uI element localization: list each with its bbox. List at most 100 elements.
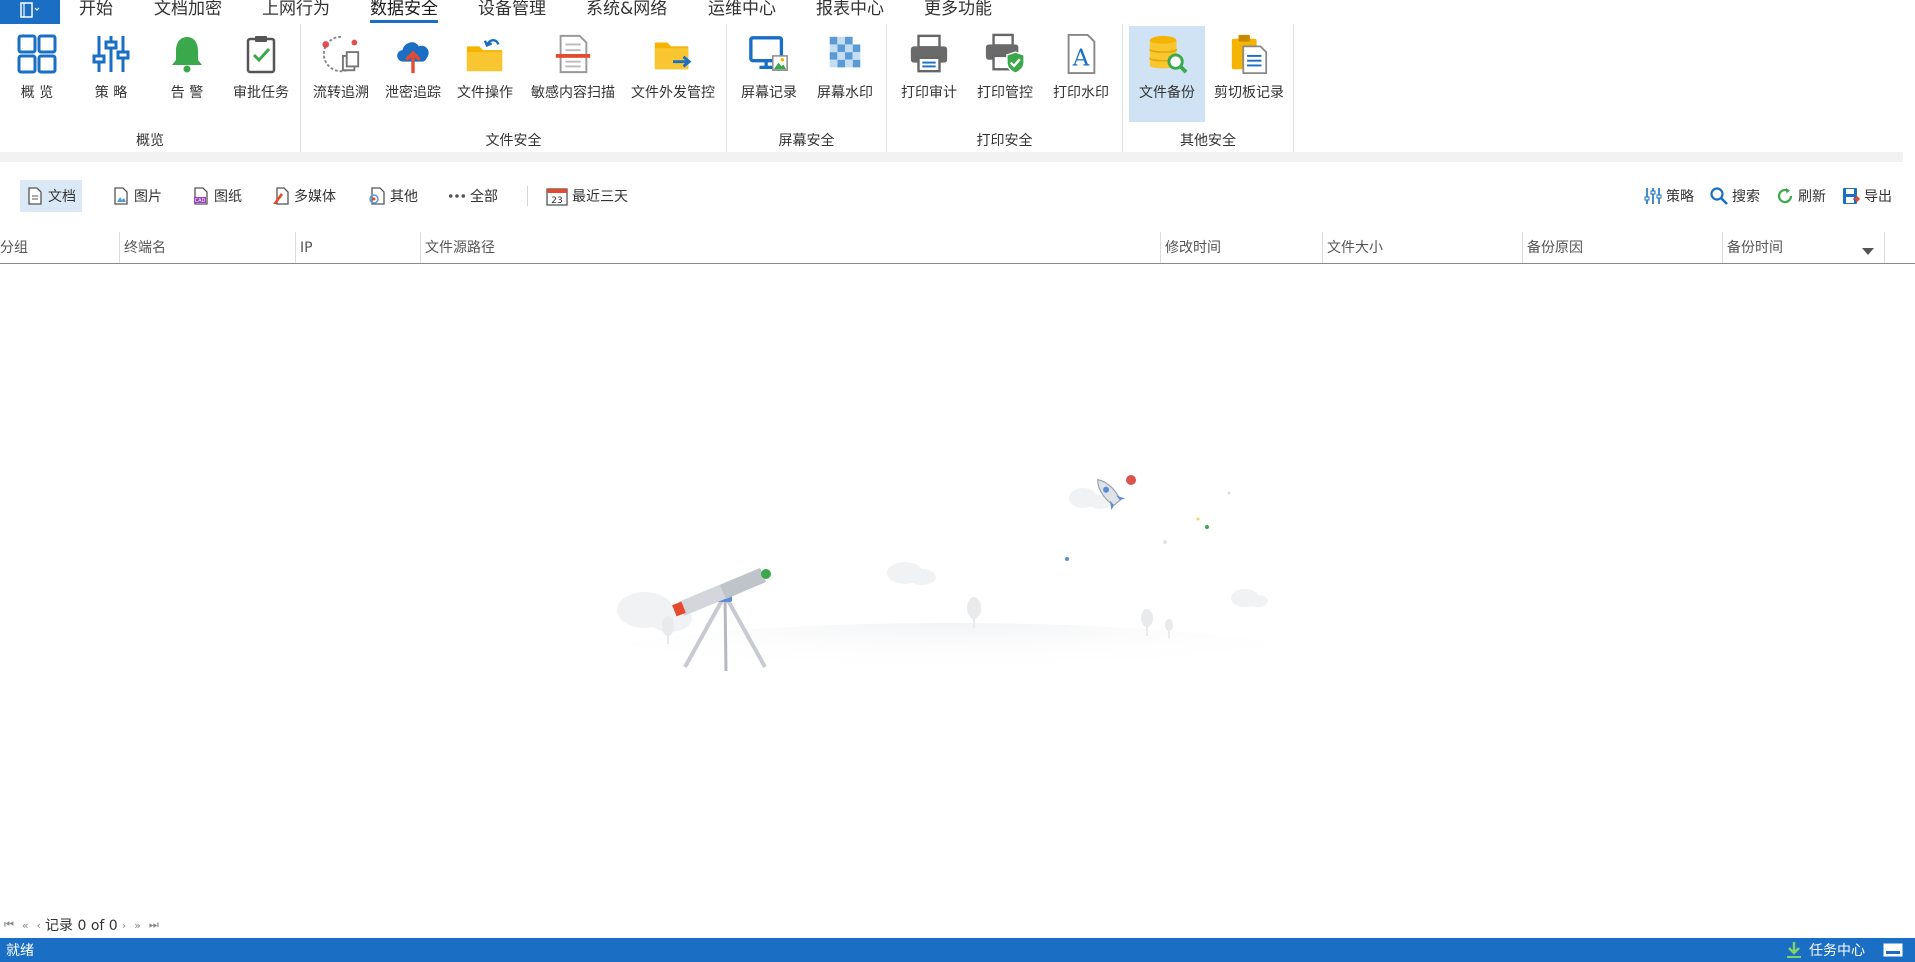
overview-button[interactable]: 概 览 — [8, 26, 66, 122]
sensitive-scan-button[interactable]: 敏感内容扫描 — [525, 26, 621, 122]
ellipsis-icon — [448, 187, 466, 205]
file-send-control-button-label: 文件外发管控 — [631, 85, 715, 101]
column-header-file-source-path[interactable]: 文件源路径 — [420, 232, 1160, 263]
column-header-file-size[interactable]: 文件大小 — [1322, 232, 1522, 263]
print-watermark-button[interactable]: A 打印水印 — [1049, 26, 1113, 122]
overview-button-label: 概 览 — [20, 85, 54, 101]
policy-action-button[interactable]: 策略 — [1638, 180, 1700, 212]
policy-action-label: 策略 — [1666, 189, 1694, 205]
column-header-modified-time[interactable]: 修改时间 — [1160, 232, 1322, 263]
flow-trace-button[interactable]: 流转追溯 — [309, 26, 373, 122]
group-title-file-security: 文件安全 — [485, 133, 542, 149]
filter-image[interactable]: 图片 — [106, 180, 168, 212]
column-header-backup-time[interactable]: 备份时间 — [1722, 232, 1884, 263]
filter-drawing-label: 图纸 — [214, 189, 242, 205]
ribbon-group-file-security: 流转追溯 泄密追踪 文件操作 敏感内容扫描 文件外发管控 文件安全 — [301, 24, 727, 152]
menu-kaishi[interactable]: 开始 — [79, 0, 113, 24]
prev-block-icon[interactable]: « — [22, 919, 29, 932]
last-page-icon[interactable]: ⏭ — [149, 918, 159, 932]
filter-document[interactable]: 文档 — [20, 180, 82, 212]
menu-yunwei-zhongxin[interactable]: 运维中心 — [708, 0, 776, 24]
refresh-action-label: 刷新 — [1798, 189, 1826, 205]
column-header-group[interactable]: 分组 — [0, 232, 119, 263]
cad-file-icon: CAD — [192, 187, 210, 205]
next-block-icon[interactable]: » — [134, 919, 141, 932]
ribbon-group-other-security: 文件备份 剪切板记录 其他安全 — [1123, 24, 1294, 152]
table-header: 分组 终端名 IP 文件源路径 修改时间 文件大小 备份原因 备份时间 — [0, 232, 1915, 264]
group-title-print-security: 打印安全 — [976, 133, 1033, 149]
ribbon-group-screen-security: 屏幕记录 屏幕水印 屏幕安全 — [727, 24, 887, 152]
group-title-other-security: 其他安全 — [1180, 133, 1236, 149]
filter-other[interactable]: 其他 — [362, 180, 424, 212]
date-range-recent-three-days[interactable]: 23 最近三天 — [540, 180, 634, 212]
folder-send-icon — [652, 32, 694, 76]
ribbon-group-print-security: 打印审计 打印管控 A 打印水印 打印安全 — [887, 24, 1123, 152]
other-file-icon — [368, 187, 386, 205]
print-audit-button-label: 打印审计 — [901, 85, 957, 101]
sort-descending-icon[interactable] — [1862, 244, 1874, 260]
image-file-icon — [112, 187, 130, 205]
filter-other-label: 其他 — [390, 189, 418, 205]
column-header-backup-reason[interactable]: 备份原因 — [1522, 232, 1722, 263]
menu-wendang-jiami[interactable]: 文档加密 — [154, 0, 222, 24]
refresh-action-button[interactable]: 刷新 — [1770, 180, 1832, 212]
screen-watermark-button-label: 屏幕水印 — [817, 85, 873, 101]
grid-icon — [16, 32, 58, 76]
clipboard-record-button[interactable]: 剪切板记录 — [1209, 26, 1289, 122]
search-action-label: 搜索 — [1732, 189, 1760, 205]
app-menu-button[interactable] — [0, 0, 60, 24]
alert-button-label: 告 警 — [170, 85, 204, 101]
menu-baobiao-zhongxin[interactable]: 报表中心 — [816, 0, 884, 24]
alert-button[interactable]: 告 警 — [158, 26, 216, 122]
print-control-button[interactable]: 打印管控 — [973, 26, 1037, 122]
export-action-label: 导出 — [1864, 189, 1892, 205]
export-action-button[interactable]: 导出 — [1836, 180, 1898, 212]
filter-multimedia[interactable]: 多媒体 — [266, 180, 342, 212]
svg-text:A: A — [1072, 45, 1090, 71]
print-audit-button[interactable]: 打印审计 — [897, 26, 961, 122]
column-header-terminal-name[interactable]: 终端名 — [119, 232, 295, 263]
calendar-icon: 23 — [546, 186, 568, 206]
first-page-icon[interactable]: ⏮ — [4, 918, 14, 932]
menu-shebei-guanli[interactable]: 设备管理 — [478, 0, 546, 24]
pager: ⏮ « ‹ 记录 0 of 0 › » ⏭ — [0, 914, 163, 936]
letter-a-document-icon: A — [1060, 32, 1102, 76]
watermark-icon — [824, 32, 866, 76]
search-action-button[interactable]: 搜索 — [1704, 180, 1766, 212]
file-backup-button-label: 文件备份 — [1139, 85, 1195, 101]
file-operation-button[interactable]: 文件操作 — [455, 26, 515, 122]
ribbon-divider — [0, 152, 1903, 162]
policy-button-label: 策 略 — [94, 85, 128, 101]
menu-gengduo-gongneng[interactable]: 更多功能 — [924, 0, 992, 24]
clipboard-check-icon — [240, 32, 282, 76]
file-send-control-button[interactable]: 文件外发管控 — [625, 26, 721, 122]
file-backup-button[interactable]: 文件备份 — [1129, 26, 1205, 122]
print-control-button-label: 打印管控 — [977, 85, 1033, 101]
document-icon — [26, 187, 44, 205]
leak-trace-button[interactable]: 泄密追踪 — [381, 26, 445, 122]
screen-record-button[interactable]: 屏幕记录 — [737, 26, 801, 122]
approval-task-button[interactable]: 审批任务 — [226, 26, 296, 122]
record-count: 记录 0 of 0 — [45, 918, 118, 934]
filter-all[interactable]: 全部 — [442, 180, 504, 212]
menu-shuju-anquan[interactable]: 数据安全 — [370, 0, 438, 24]
menu-bar: 开始 文档加密 上网行为 数据安全 设备管理 系统&网络 运维中心 报表中心 更… — [0, 0, 1915, 24]
menu-shangwang-xingwei[interactable]: 上网行为 — [262, 0, 330, 24]
task-center-label: 任务中心 — [1809, 943, 1865, 959]
screen-watermark-button[interactable]: 屏幕水印 — [813, 26, 877, 122]
sensitive-scan-button-label: 敏感内容扫描 — [531, 85, 615, 101]
policy-button[interactable]: 策 略 — [82, 26, 140, 122]
trace-icon — [320, 32, 362, 76]
prev-page-icon[interactable]: ‹ — [37, 919, 41, 932]
next-page-icon[interactable]: › — [122, 919, 126, 932]
notebook-icon — [19, 2, 41, 22]
approval-task-button-label: 审批任务 — [233, 85, 289, 101]
panel-toggle-icon[interactable] — [1883, 943, 1903, 957]
task-center-button[interactable]: 任务中心 — [1785, 938, 1865, 962]
filter-toolbar: 文档 图片 CAD 图纸 多媒体 其他 全部 23 最近三天 策略 搜索 刷新 … — [0, 176, 1915, 218]
column-header-ip[interactable]: IP — [295, 232, 420, 263]
filter-drawing[interactable]: CAD 图纸 — [186, 180, 248, 212]
menu-xitong-wangluo[interactable]: 系统&网络 — [586, 0, 667, 24]
bell-icon — [166, 32, 208, 76]
print-watermark-button-label: 打印水印 — [1053, 85, 1109, 101]
